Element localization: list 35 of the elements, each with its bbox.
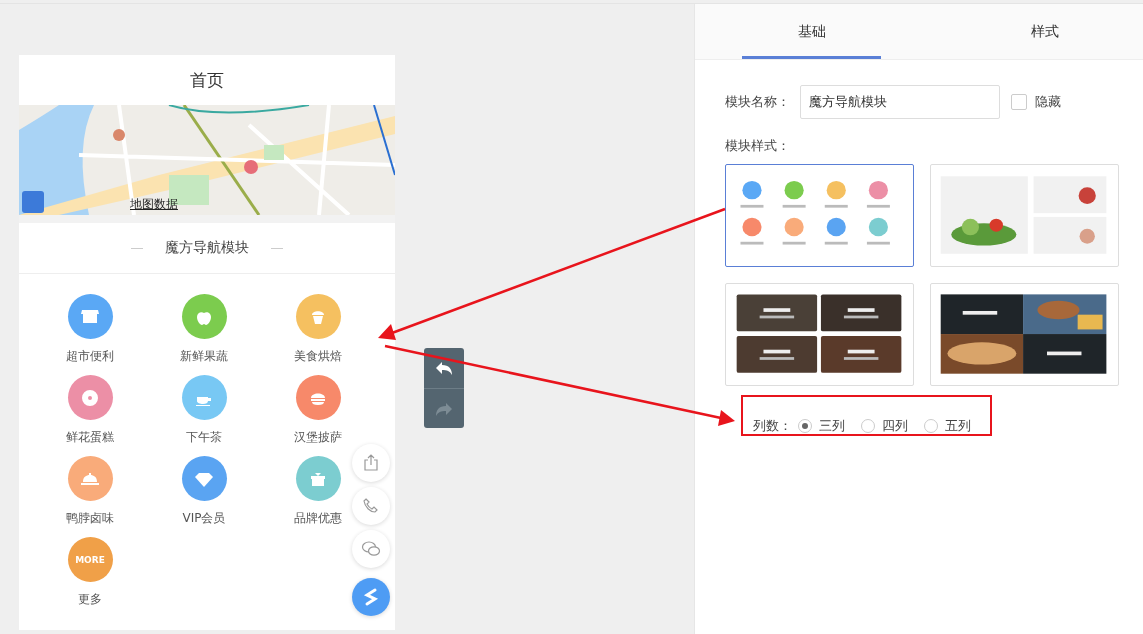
radio-option[interactable]: 三列 — [798, 416, 845, 435]
cup-icon[interactable] — [181, 375, 227, 420]
page-title: 首页 — [19, 55, 395, 105]
radio-option[interactable]: 四列 — [861, 416, 908, 435]
cupcake-icon[interactable] — [295, 294, 341, 339]
category-label: 超市便利 — [66, 348, 114, 365]
store-icon[interactable] — [67, 294, 113, 339]
category-label: VIP会员 — [182, 510, 226, 527]
share-icon — [362, 454, 380, 472]
category-label: 美食烘焙 — [294, 348, 342, 365]
category-label: 鸭脖卤味 — [66, 510, 114, 527]
category-label: 品牌优惠 — [294, 510, 342, 527]
field-label: 模块名称： — [725, 93, 791, 111]
map-data-link[interactable]: 地图数据 — [130, 196, 178, 213]
module-title: 魔方导航模块 — [164, 239, 250, 257]
apple-icon[interactable] — [181, 294, 227, 339]
gift-icon[interactable] — [295, 456, 341, 501]
chat-icon — [361, 540, 381, 558]
checkbox-label: 隐藏 — [1035, 93, 1061, 111]
module-name-field[interactable]: 魔方导航模块 — [800, 85, 1000, 119]
burger-icon[interactable] — [295, 375, 341, 420]
cloche-icon[interactable] — [67, 456, 113, 501]
checkbox[interactable] — [1011, 94, 1027, 110]
category-label: 新鲜果蔬 — [180, 348, 228, 365]
field-label: 列数： — [753, 416, 792, 435]
category-label: 下午茶 — [186, 429, 222, 446]
category-label: 更多 — [78, 591, 102, 608]
category-label: 鲜花蛋糕 — [66, 429, 114, 446]
category-label: 汉堡披萨 — [294, 429, 342, 446]
donut-icon[interactable] — [67, 375, 113, 420]
tab[interactable]: 样式 — [975, 4, 1114, 59]
field-label: 模块样式： — [725, 137, 791, 155]
radio-option[interactable]: 五列 — [924, 416, 971, 435]
tab[interactable]: 基础 — [742, 4, 881, 59]
phone-icon — [362, 497, 380, 515]
